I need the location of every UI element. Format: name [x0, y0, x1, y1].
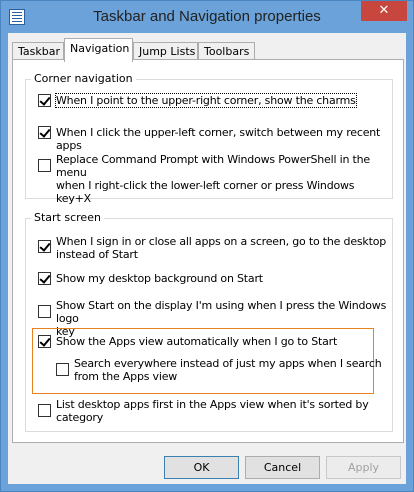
desktop-apps-first-label[interactable]: List desktop apps first in the Apps view…	[56, 398, 369, 424]
desktop-background-checkbox[interactable]	[38, 272, 51, 285]
go-to-desktop-checkbox[interactable]	[38, 240, 51, 253]
desktop-apps-first-checkbox[interactable]	[38, 404, 51, 417]
close-icon: ✕	[378, 3, 390, 18]
search-everywhere-checkbox[interactable]	[56, 363, 69, 376]
start-screen-group: Start screen When I sign in or close all…	[25, 211, 393, 432]
switch-recent-apps-label[interactable]: When I click the upper-left corner, swit…	[56, 126, 392, 152]
cancel-button[interactable]: Cancel	[245, 456, 320, 479]
title-bar[interactable]: Taskbar and Navigation properties ✕	[1, 1, 413, 33]
corner-navigation-title: Corner navigation	[31, 72, 136, 85]
powershell-label[interactable]: Replace Command Prompt with Windows Powe…	[56, 153, 392, 205]
go-to-desktop-label[interactable]: When I sign in or close all apps on a sc…	[56, 235, 386, 261]
close-button[interactable]: ✕	[361, 1, 407, 21]
properties-window: Taskbar and Navigation properties ✕ Task…	[0, 0, 414, 492]
show-charms-label[interactable]: When I point to the upper-right corner, …	[55, 93, 357, 108]
apply-button[interactable]: Apply	[326, 456, 401, 479]
window-title: Taskbar and Navigation properties	[93, 8, 321, 25]
ok-button[interactable]: OK	[164, 456, 239, 479]
start-screen-title: Start screen	[31, 211, 104, 224]
start-on-display-checkbox[interactable]	[38, 305, 51, 318]
desktop-background-label[interactable]: Show my desktop background on Start	[56, 272, 263, 285]
tab-navigation[interactable]: Navigation	[64, 38, 133, 62]
search-everywhere-label[interactable]: Search everywhere instead of just my app…	[74, 357, 382, 383]
navigation-tab-panel: Corner navigation When I point to the up…	[12, 59, 404, 443]
apps-view-label[interactable]: Show the Apps view automatically when I …	[56, 335, 337, 348]
switch-recent-apps-checkbox[interactable]	[38, 126, 51, 139]
dialog-client: Taskbar Navigation Jump Lists Toolbars C…	[8, 33, 406, 484]
powershell-checkbox[interactable]	[38, 159, 51, 172]
show-charms-checkbox[interactable]	[38, 94, 51, 107]
apps-view-checkbox[interactable]	[38, 335, 51, 348]
corner-navigation-group: Corner navigation When I point to the up…	[25, 72, 393, 205]
